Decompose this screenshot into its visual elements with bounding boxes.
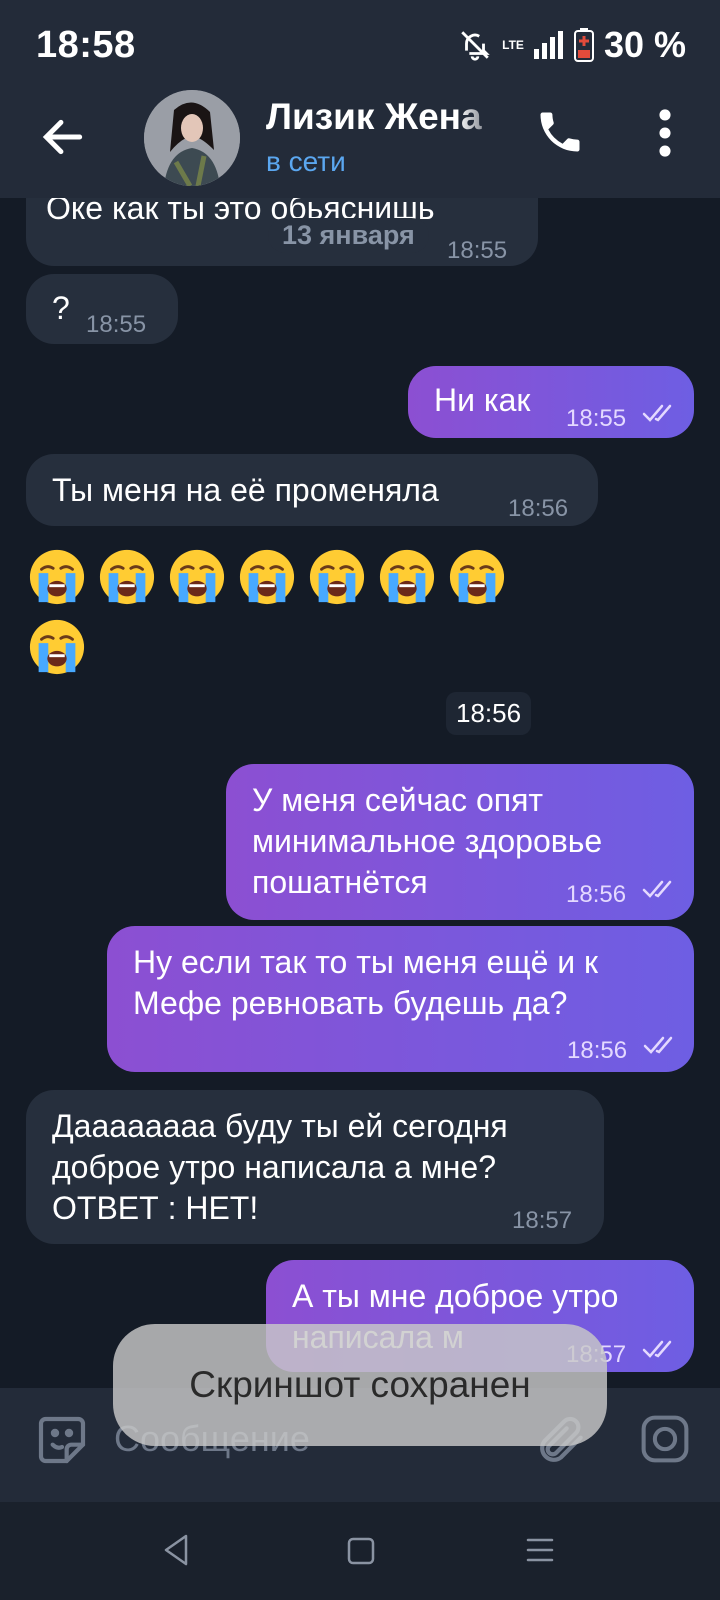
emoji-row (28, 548, 506, 606)
message-time: 18:57 (512, 1207, 573, 1234)
read-checkmarks-icon (642, 404, 672, 422)
message-list[interactable]: Оке как ты это обьяснишь 18:55 13 января… (0, 198, 720, 1388)
crying-face-emoji (309, 549, 365, 605)
message-incoming[interactable]: Ты меня на её променяла 18:56 (26, 454, 598, 526)
message-text: Даааааааа буду ты ей сегодня доброе утро… (52, 1108, 508, 1226)
signal-icon (533, 31, 563, 59)
instagram-camera-icon[interactable] (638, 1412, 692, 1466)
muted-bell-icon (461, 31, 490, 61)
system-navigation-bar (0, 1502, 720, 1600)
chat-header: Лизик Жена в сети (0, 90, 720, 198)
online-status: в сети (266, 146, 346, 177)
message-time: 18:55 (447, 237, 508, 264)
message-outgoing[interactable]: Ни как 18:55 (408, 366, 694, 438)
status-bar: 18:58 LTE 30 % (0, 0, 720, 90)
crying-face-emoji (99, 549, 155, 605)
crying-face-emoji (239, 549, 295, 605)
message-text: Ты меня на её променяла (52, 472, 439, 508)
message-time: 18:56 (566, 881, 627, 908)
message-incoming[interactable]: ? 18:55 (26, 274, 178, 344)
sticker-icon[interactable] (34, 1412, 90, 1468)
battery-icon (573, 28, 594, 62)
battery-percent: 30 % (603, 24, 686, 65)
message-time: 18:55 (86, 311, 147, 338)
nav-back-icon[interactable] (160, 1532, 192, 1568)
network-type-label: LTE (502, 38, 524, 52)
message-time: 18:56 (508, 495, 569, 522)
more-options-icon[interactable] (650, 108, 680, 158)
crying-face-emoji (29, 549, 85, 605)
screenshot-saved-toast: Скриншот сохранен (113, 1324, 607, 1446)
status-icons: LTE 30 % (458, 24, 686, 66)
phone-icon[interactable] (534, 106, 586, 158)
contact-avatar[interactable] (144, 90, 240, 186)
nav-home-icon[interactable] (346, 1536, 376, 1566)
message-text: Ну если так то ты меня ещё и к Мефе ревн… (133, 944, 599, 1021)
message-text: Ни как (434, 382, 531, 418)
emoji-message[interactable] (0, 534, 560, 684)
read-checkmarks-icon (642, 880, 672, 898)
emoji-row (28, 618, 86, 676)
contact-name[interactable]: Лизик Жена (266, 96, 506, 138)
avatar-image (144, 90, 240, 186)
crying-face-emoji (29, 619, 85, 675)
message-outgoing[interactable]: Ну если так то ты меня ещё и к Мефе ревн… (107, 926, 694, 1072)
message-incoming[interactable]: Даааааааа буду ты ей сегодня доброе утро… (26, 1090, 604, 1244)
read-checkmarks-icon (643, 1036, 673, 1054)
crying-face-emoji (449, 549, 505, 605)
message-time: 18:56 (446, 692, 532, 735)
crying-face-emoji (169, 549, 225, 605)
read-checkmarks-icon (642, 1340, 672, 1358)
crying-face-emoji (379, 549, 435, 605)
back-arrow-icon[interactable] (38, 112, 88, 162)
message-outgoing[interactable]: У меня сейчас опят минимальное здоровье … (226, 764, 694, 920)
message-time: 18:55 (566, 405, 627, 432)
date-pill: 13 января (268, 218, 429, 253)
nav-recents-icon[interactable] (524, 1534, 556, 1566)
message-time: 18:56 (567, 1037, 628, 1064)
status-time: 18:58 (36, 24, 136, 66)
message-text: ? (52, 290, 70, 326)
